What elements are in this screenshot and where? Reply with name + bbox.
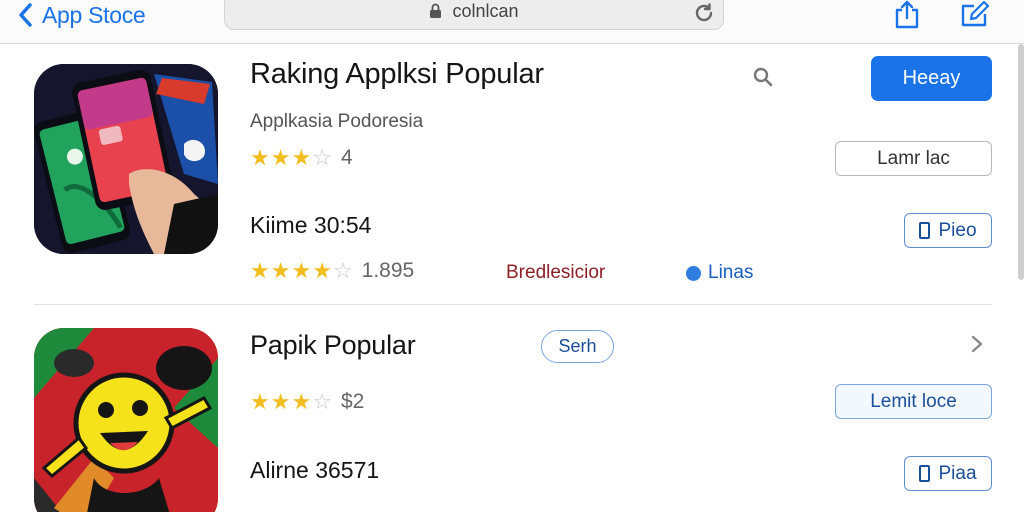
search-pill-button[interactable]: Serh	[541, 330, 614, 363]
category-label: Linas	[708, 262, 754, 283]
smiley-illustration-icon	[34, 328, 218, 512]
star-outline-icon: ☆	[332, 258, 353, 283]
star-icon: ★	[270, 145, 291, 170]
star-rating: ★ ★ ★ ☆	[250, 147, 333, 169]
section-subtitle: Applkasia Podoresia	[250, 111, 424, 132]
developer-link[interactable]: Bredlesicior	[506, 262, 605, 284]
rating-value: 4	[340, 146, 353, 169]
star-icon: ★	[250, 258, 270, 283]
document-icon	[919, 465, 931, 482]
share-icon[interactable]	[893, 0, 921, 30]
address-bar[interactable]: colnlcan	[224, 0, 724, 30]
phones-illustration-icon	[34, 64, 218, 254]
rating-row: ★ ★ ★ ★ ☆ 1.895	[250, 259, 414, 283]
lock-icon	[430, 3, 442, 18]
star-rating: ★ ★ ★ ★ ☆	[250, 260, 354, 282]
document-icon	[919, 222, 931, 239]
price-button-label: Pieo	[938, 219, 977, 241]
back-label: App Stoce	[42, 1, 146, 28]
learn-more-button[interactable]: Lemit loce	[835, 384, 992, 419]
dot-icon	[686, 265, 701, 281]
learn-more-button[interactable]: Lamr lac	[835, 141, 992, 176]
top-bar: App Stoce colnlcan	[0, 0, 1024, 44]
url-text: colnlcan	[452, 0, 519, 21]
reload-icon[interactable]	[693, 2, 715, 24]
chevron-left-icon	[19, 3, 32, 27]
rating-row: ★ ★ ★ ☆ 4	[250, 146, 353, 170]
price-button-label: Piaa	[938, 462, 977, 484]
category-link[interactable]: Linas	[686, 262, 753, 284]
app-icon-smiley[interactable]	[34, 328, 218, 512]
price-value: $2	[340, 390, 365, 413]
primary-action-button[interactable]: Heeay	[871, 56, 992, 101]
star-icon: ★	[291, 389, 312, 414]
rating-row: ★ ★ ★ ☆ $2	[250, 390, 364, 414]
star-rating: ★ ★ ★ ☆	[250, 391, 333, 413]
app-icon-phones[interactable]	[34, 64, 218, 254]
section-title: Papik Popular	[250, 330, 416, 360]
star-icon: ★	[312, 258, 332, 283]
app-name: Alirne 36571	[250, 457, 380, 483]
star-icon: ★	[270, 389, 291, 414]
star-icon: ★	[270, 258, 291, 283]
star-icon: ★	[291, 258, 312, 283]
star-outline-icon: ☆	[312, 145, 332, 170]
edit-icon[interactable]	[959, 0, 991, 28]
section-title: Raking Applksi Popular	[250, 58, 544, 90]
price-button[interactable]: Pieo	[904, 213, 992, 248]
scrollbar[interactable]	[1018, 44, 1024, 280]
rating-count: 1.895	[361, 259, 415, 282]
star-icon: ★	[291, 145, 312, 170]
chevron-right-icon[interactable]	[970, 334, 984, 354]
back-button[interactable]: App Stoce	[18, 0, 146, 30]
section-divider	[34, 304, 992, 305]
app-name: Kiime 30:54	[250, 212, 372, 238]
star-icon: ★	[250, 389, 270, 414]
star-outline-icon: ☆	[312, 389, 332, 414]
price-button[interactable]: Piaa	[904, 456, 992, 491]
star-icon: ★	[250, 145, 270, 170]
search-icon[interactable]	[752, 66, 774, 88]
